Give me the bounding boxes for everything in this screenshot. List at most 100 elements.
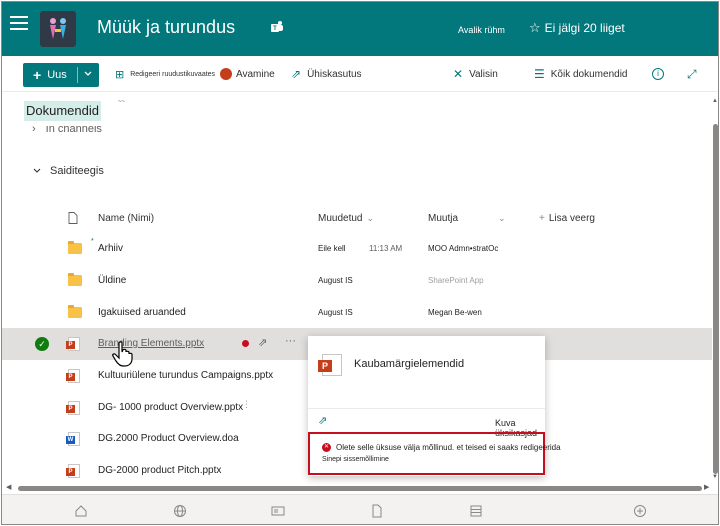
item-name[interactable]: DG-2000 product Pitch.pptx [98, 465, 221, 476]
plus-icon: + [539, 212, 545, 224]
word-file-icon [66, 432, 82, 446]
item-modified-time: 11:13 AM [369, 244, 403, 253]
modified-column-header[interactable]: Muudetud ⌄ [318, 211, 374, 225]
scroll-right-icon[interactable]: ▶ [704, 483, 709, 491]
globe-icon[interactable] [173, 504, 187, 518]
open-app-icon [220, 68, 232, 80]
chevron-down-icon [33, 168, 41, 173]
name-column-label: Name (Nimi) [98, 212, 155, 224]
item-name[interactable]: Arhiiv [98, 243, 123, 254]
vertical-scrollbar[interactable]: ▲ ▼ [711, 98, 718, 484]
hamburger-menu-icon[interactable] [10, 16, 28, 32]
item-author[interactable]: MOO Admn•stratOc [428, 244, 498, 253]
list-icon[interactable] [469, 504, 483, 518]
select-label: Valisin [469, 68, 498, 80]
file-icon[interactable] [370, 504, 384, 518]
share-icon[interactable]: ⇗ [258, 336, 267, 349]
plus-icon: + [33, 67, 42, 83]
card-title[interactable]: Kaubamärgielemendid [354, 358, 464, 370]
library-title[interactable]: Dokumendid [24, 101, 101, 121]
folder-icon [68, 241, 82, 256]
checkmark-icon[interactable]: ✓ [35, 337, 49, 351]
edit-grid-button[interactable]: ⊞ Redigeeri ruudustikuvaates [115, 56, 215, 92]
more-options-icon[interactable]: ··· [285, 335, 296, 347]
follow-button[interactable]: ☆ Ei jälgi 20 liiget [529, 20, 625, 36]
powerpoint-file-icon [318, 354, 342, 376]
chevron-down-icon: ⌄ [498, 212, 506, 223]
checkout-warning: ✕ Olete selle üksuse välja mõllinud. et … [308, 432, 561, 475]
chevron-down-icon[interactable] [83, 69, 93, 79]
open-label: Avamine [236, 68, 275, 80]
item-name[interactable]: Üldine [98, 275, 126, 286]
teams-icon[interactable]: T [269, 19, 285, 35]
list-item[interactable]: Igakuised aruanded August IS Megan Be-we… [2, 297, 712, 329]
follow-label: Ei jälgi 20 liiget [544, 21, 625, 35]
site-title[interactable]: Müük ja turundus [97, 17, 235, 38]
item-modified: Eile kell [318, 244, 346, 253]
list-item[interactable]: * Arhiiv Eile kell 11:13 AM MOO Admn•str… [2, 233, 712, 265]
scroll-up-icon[interactable]: ▲ [712, 98, 718, 104]
share-icon[interactable]: ⇗ [318, 414, 327, 427]
share-button[interactable]: ⇗ Ühiskasutus [291, 56, 362, 92]
list-item[interactable]: Üldine August IS SharePoint App [2, 265, 712, 297]
powerpoint-file-icon [66, 464, 82, 478]
all-documents-view-button[interactable]: ☰ Kõik dokumendid [534, 56, 627, 92]
card-divider [308, 408, 545, 409]
expand-icon: ⤢ [687, 66, 697, 81]
more-options-icon[interactable]: ⋮ [242, 399, 251, 410]
new-separator [77, 67, 78, 83]
all-docs-label: Kõik dokumendid [550, 68, 628, 80]
scroll-left-icon[interactable]: ◀ [6, 483, 11, 491]
add-column-button[interactable]: + Lisa veerg [539, 211, 595, 225]
open-button[interactable]: Avamine [220, 56, 275, 92]
item-name[interactable]: Igakuised aruanded [98, 307, 186, 318]
site-header: Müük ja turundus T Avalik rühm ☆ Ei jälg… [2, 2, 718, 56]
svg-text:T: T [273, 26, 277, 32]
close-icon: ✕ [453, 67, 464, 81]
item-modified: August IS [318, 308, 353, 317]
scrollbar-thumb[interactable] [713, 124, 718, 474]
checkout-status[interactable]: Sinepi sissemõllimine [322, 456, 389, 463]
file-type-column-header[interactable] [68, 211, 78, 225]
powerpoint-file-icon [66, 369, 82, 383]
checked-out-icon[interactable] [242, 340, 249, 347]
item-name[interactable]: DG- 1000 product Overview.pptx [98, 402, 243, 413]
folder-icon [68, 273, 82, 288]
share-label: Ühiskasutus [307, 68, 362, 80]
item-name[interactable]: Kultuuriülene turundus Campaigns.pptx [98, 370, 273, 381]
new-label: Uus [47, 69, 67, 81]
scroll-down-icon[interactable]: ▼ [712, 474, 718, 480]
modified-by-column-label: Muutja [428, 212, 459, 224]
site-library-group[interactable]: Saiditeegis [32, 165, 104, 177]
in-channels-label: In channels [45, 126, 102, 135]
item-author[interactable]: Megan Be-wen [428, 308, 482, 317]
site-library-label: Saiditeegis [50, 165, 104, 177]
warning-message: Olete selle üksuse välja mõllinud. et te… [336, 443, 561, 452]
site-logo[interactable] [40, 11, 76, 47]
add-column-label: Lisa veerg [548, 212, 595, 224]
powerpoint-file-icon [66, 337, 82, 351]
command-bar: + Uus ⊞ Redigeeri ruudustikuvaates Avami… [2, 56, 718, 92]
info-button[interactable]: i [652, 56, 670, 92]
modified-by-column-header[interactable]: Muutja ⌄ [428, 211, 506, 225]
item-author[interactable]: SharePoint App [428, 276, 484, 285]
new-item-icon: * [91, 238, 94, 245]
in-channels-group[interactable]: › In channels [32, 126, 102, 136]
name-column-header[interactable]: Name (Nimi) [98, 211, 154, 225]
bottom-navigation [2, 494, 718, 524]
scrollbar-thumb[interactable] [18, 486, 702, 491]
home-icon[interactable] [74, 504, 88, 518]
powerpoint-file-icon [66, 401, 82, 415]
select-button[interactable]: ✕ Valisin [453, 56, 498, 92]
item-name[interactable]: DG.2000 Product Overview.doa [98, 433, 239, 444]
edit-grid-label: Redigeeri ruudustikuvaates [130, 70, 216, 78]
folder-icon [68, 305, 82, 320]
new-button[interactable]: + Uus [23, 63, 99, 87]
group-type-label: Avalik rühm [458, 25, 505, 35]
add-circle-icon[interactable] [633, 504, 647, 518]
expand-button[interactable]: ⤢ [687, 56, 703, 92]
modified-column-label: Muudetud [318, 212, 363, 224]
file-icon [68, 212, 78, 224]
news-icon[interactable] [271, 504, 285, 518]
horizontal-scrollbar[interactable]: ◀ ▶ [2, 483, 711, 493]
